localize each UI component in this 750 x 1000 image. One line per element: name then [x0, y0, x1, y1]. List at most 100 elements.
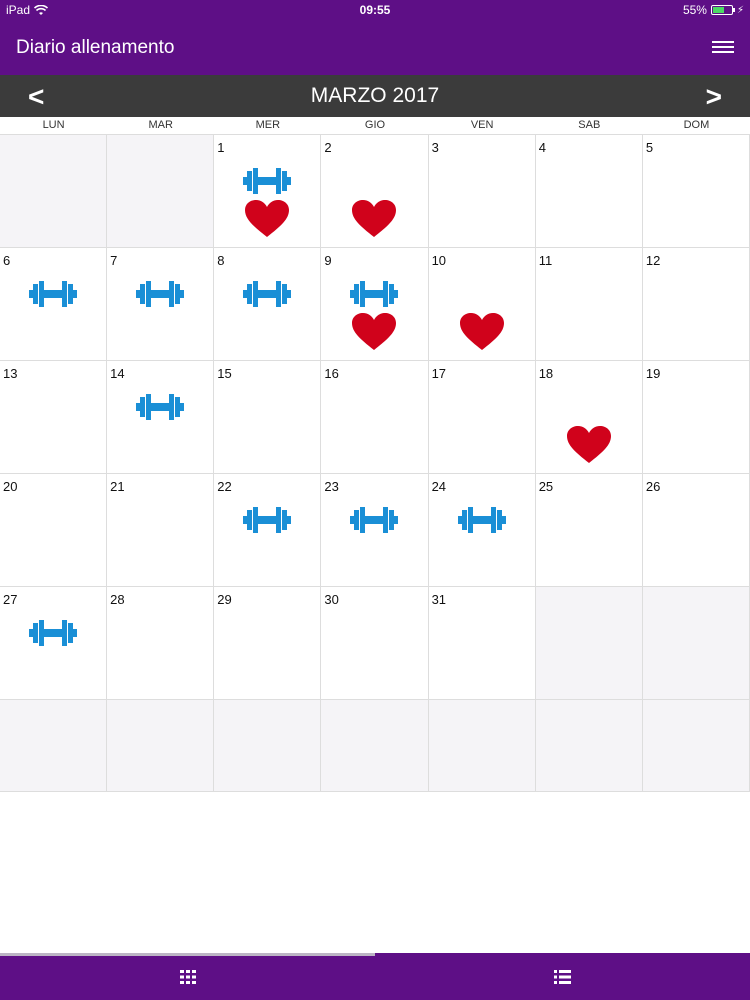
day-number: 13: [3, 366, 18, 381]
month-title: MARZO 2017: [310, 84, 440, 107]
weekday-mon: LUN: [42, 119, 65, 131]
day-number: 2: [324, 140, 332, 155]
day-cell[interactable]: 13: [0, 361, 108, 474]
day-cell[interactable]: 25: [535, 474, 643, 587]
day-cell[interactable]: 7: [107, 248, 215, 361]
day-cell[interactable]: 11: [535, 248, 643, 361]
day-number: 24: [431, 479, 447, 494]
weekday-sat: SAB: [578, 119, 601, 131]
day-number: 8: [217, 253, 225, 268]
empty-day-cell: [642, 587, 750, 700]
weekday-wed: MER: [255, 119, 281, 131]
day-cell[interactable]: 4: [535, 135, 643, 248]
workout-icons: [214, 163, 320, 237]
dumbbell-icon: [350, 276, 399, 312]
tab-calendar-grid[interactable]: [0, 953, 375, 1000]
dumbbell-icon: [136, 389, 185, 425]
day-number: 15: [217, 366, 232, 381]
day-cell[interactable]: 30: [321, 587, 429, 700]
hamburger-menu-icon[interactable]: [712, 38, 734, 56]
day-number: 5: [645, 140, 654, 155]
workout-icons: [536, 389, 642, 463]
weekday-fri: VEN: [470, 119, 494, 131]
day-cell[interactable]: 29: [214, 587, 322, 700]
day-cell[interactable]: 20: [0, 474, 108, 587]
day-number: 14: [110, 366, 125, 381]
app-title: Diario allenamento: [16, 37, 175, 58]
dumbbell-icon: [243, 502, 292, 538]
day-cell[interactable]: 16: [321, 361, 429, 474]
empty-day-cell: [0, 700, 108, 792]
day-cell[interactable]: 6: [0, 248, 108, 361]
day-number: 10: [431, 253, 447, 268]
day-cell[interactable]: 12: [642, 248, 750, 361]
tab-list[interactable]: [375, 953, 750, 1000]
day-number: 12: [645, 253, 661, 268]
day-cell[interactable]: 9: [321, 248, 429, 361]
next-month-button[interactable]: >: [706, 81, 722, 113]
day-cell[interactable]: 17: [428, 361, 536, 474]
heart-icon: [352, 200, 397, 237]
calendar-grid: 1 2 3 4 5 6 7 8 9 10 11 12 13 14 15 16 17 18 19 20 21 22 23 24 2…: [0, 134, 750, 792]
day-cell[interactable]: 28: [107, 587, 215, 700]
day-cell[interactable]: 14: [107, 361, 215, 474]
empty-day-cell: [107, 700, 215, 792]
workout-icons: [321, 163, 427, 237]
day-number: 16: [324, 366, 339, 381]
dumbbell-icon: [29, 615, 78, 651]
day-number: 28: [110, 592, 125, 607]
day-cell[interactable]: 8: [214, 248, 322, 361]
day-cell[interactable]: 3: [428, 135, 536, 248]
day-cell[interactable]: 15: [214, 361, 322, 474]
month-navigation: < MARZO 2017 >: [0, 75, 750, 117]
weekday-sun: DOM: [683, 119, 710, 131]
day-cell[interactable]: 27: [0, 587, 108, 700]
workout-icons: [0, 615, 106, 651]
day-number: 1: [217, 140, 225, 155]
day-number: 30: [324, 592, 339, 607]
weekday-tue: MAR: [148, 119, 173, 131]
day-cell[interactable]: 19: [642, 361, 750, 474]
app-header: Diario allenamento: [0, 20, 750, 75]
day-number: 11: [538, 253, 553, 268]
day-number: 25: [538, 479, 554, 494]
list-icon: [554, 969, 571, 984]
day-cell[interactable]: 1: [214, 135, 322, 248]
day-number: 23: [324, 479, 339, 494]
day-cell[interactable]: 24: [428, 474, 536, 587]
empty-day-cell: [321, 700, 429, 792]
heart-icon: [566, 426, 611, 463]
dumbbell-icon: [29, 276, 78, 312]
day-cell[interactable]: 21: [107, 474, 215, 587]
day-number: 6: [3, 253, 11, 268]
empty-day-cell: [214, 700, 322, 792]
dumbbell-icon: [350, 502, 399, 538]
day-cell[interactable]: 31: [428, 587, 536, 700]
status-right: 55% ⚡: [683, 3, 744, 17]
dumbbell-icon: [457, 502, 506, 538]
workout-icons: [107, 389, 213, 425]
dumbbell-icon: [243, 276, 292, 312]
heart-icon: [459, 313, 504, 350]
day-number: 19: [645, 366, 661, 381]
day-cell[interactable]: 18: [535, 361, 643, 474]
heart-icon: [245, 200, 290, 237]
day-cell[interactable]: 23: [321, 474, 429, 587]
weekday-header: LUN MAR MER GIO VEN SAB DOM: [0, 117, 750, 134]
day-number: 20: [3, 479, 18, 494]
day-number: 9: [324, 253, 332, 268]
day-cell[interactable]: 5: [642, 135, 750, 248]
day-cell[interactable]: 26: [642, 474, 750, 587]
workout-icons: [0, 276, 106, 312]
workout-icons: [321, 276, 427, 350]
day-number: 31: [431, 592, 447, 607]
heart-icon: [352, 313, 397, 350]
workout-icons: [429, 276, 535, 350]
empty-day-cell: [428, 700, 536, 792]
day-cell[interactable]: 2: [321, 135, 429, 248]
day-number: 7: [110, 253, 118, 268]
day-cell[interactable]: 22: [214, 474, 322, 587]
day-cell[interactable]: 10: [428, 248, 536, 361]
workout-icons: [107, 276, 213, 312]
day-number: 22: [217, 479, 232, 494]
